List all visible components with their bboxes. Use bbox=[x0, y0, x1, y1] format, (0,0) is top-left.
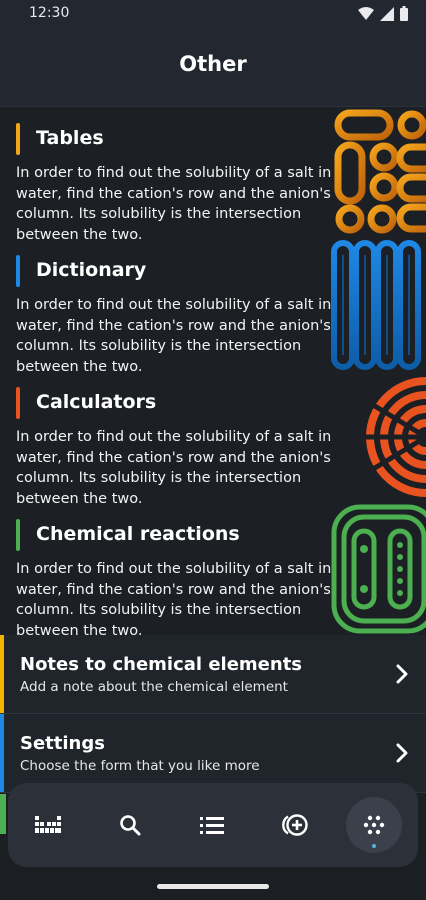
row-title: Settings bbox=[20, 733, 105, 754]
calculators-pattern-art bbox=[330, 377, 426, 497]
more-dots-icon bbox=[363, 815, 385, 835]
active-indicator-dot bbox=[372, 844, 376, 848]
card-title: Tables bbox=[36, 127, 104, 149]
row-accent-bar bbox=[0, 635, 4, 713]
nav-add-reaction[interactable] bbox=[266, 797, 322, 853]
chemical-reactions-pattern-art bbox=[331, 504, 426, 634]
list-icon bbox=[200, 817, 224, 834]
card-accent bbox=[16, 387, 20, 419]
card-description: In order to find out the solubility of a… bbox=[16, 297, 332, 372]
chevron-right-icon bbox=[396, 743, 408, 763]
search-icon bbox=[120, 815, 141, 836]
status-bar: 12:30 bbox=[0, 0, 426, 28]
page-title: Other bbox=[179, 52, 247, 76]
app-header: Other bbox=[0, 28, 426, 107]
status-time: 12:30 bbox=[29, 5, 70, 21]
card-accent bbox=[16, 255, 20, 287]
card-chemical-reactions[interactable]: Chemical reactions In order to find out … bbox=[0, 503, 426, 636]
status-icons bbox=[358, 6, 408, 21]
chevron-right-icon bbox=[396, 664, 408, 684]
card-description: In order to find out the solubility of a… bbox=[16, 429, 332, 504]
nav-list[interactable] bbox=[184, 797, 240, 853]
row-title: Notes to chemical elements bbox=[20, 654, 303, 675]
card-description: In order to find out the solubility of a… bbox=[16, 561, 332, 636]
signal-icon bbox=[380, 6, 394, 21]
bottom-navigation bbox=[8, 783, 418, 867]
card-title: Chemical reactions bbox=[36, 523, 240, 545]
add-reaction-icon bbox=[282, 814, 308, 836]
nav-more[interactable] bbox=[346, 797, 402, 853]
row-accent-bar bbox=[0, 714, 4, 792]
row-notes-to-chemical-elements[interactable]: Notes to chemical elements Add a note ab… bbox=[0, 635, 426, 714]
dictionary-pattern-art bbox=[331, 240, 421, 370]
card-accent bbox=[16, 519, 20, 551]
row-subtitle: Choose the form that you like more bbox=[20, 758, 260, 774]
nav-periodic-table[interactable] bbox=[20, 797, 76, 853]
card-tables[interactable]: Tables In order to find out the solubili… bbox=[0, 107, 426, 240]
card-calculators[interactable]: Calculators In order to find out the sol… bbox=[0, 371, 426, 504]
battery-icon bbox=[400, 6, 408, 21]
row-settings[interactable]: Settings Choose the form that you like m… bbox=[0, 714, 426, 793]
wifi-icon bbox=[358, 6, 374, 20]
card-dictionary[interactable]: Dictionary In order to find out the solu… bbox=[0, 239, 426, 372]
periodic-table-icon bbox=[35, 816, 61, 833]
row-subtitle: Add a note about the chemical element bbox=[20, 679, 288, 695]
tables-pattern-art bbox=[334, 109, 426, 234]
card-description: In order to find out the solubility of a… bbox=[16, 165, 332, 240]
card-title: Calculators bbox=[36, 391, 157, 413]
nav-search[interactable] bbox=[102, 797, 158, 853]
card-accent bbox=[16, 123, 20, 155]
row-accent-bar bbox=[0, 794, 6, 834]
card-title: Dictionary bbox=[36, 259, 147, 281]
gesture-bar[interactable] bbox=[157, 884, 269, 889]
